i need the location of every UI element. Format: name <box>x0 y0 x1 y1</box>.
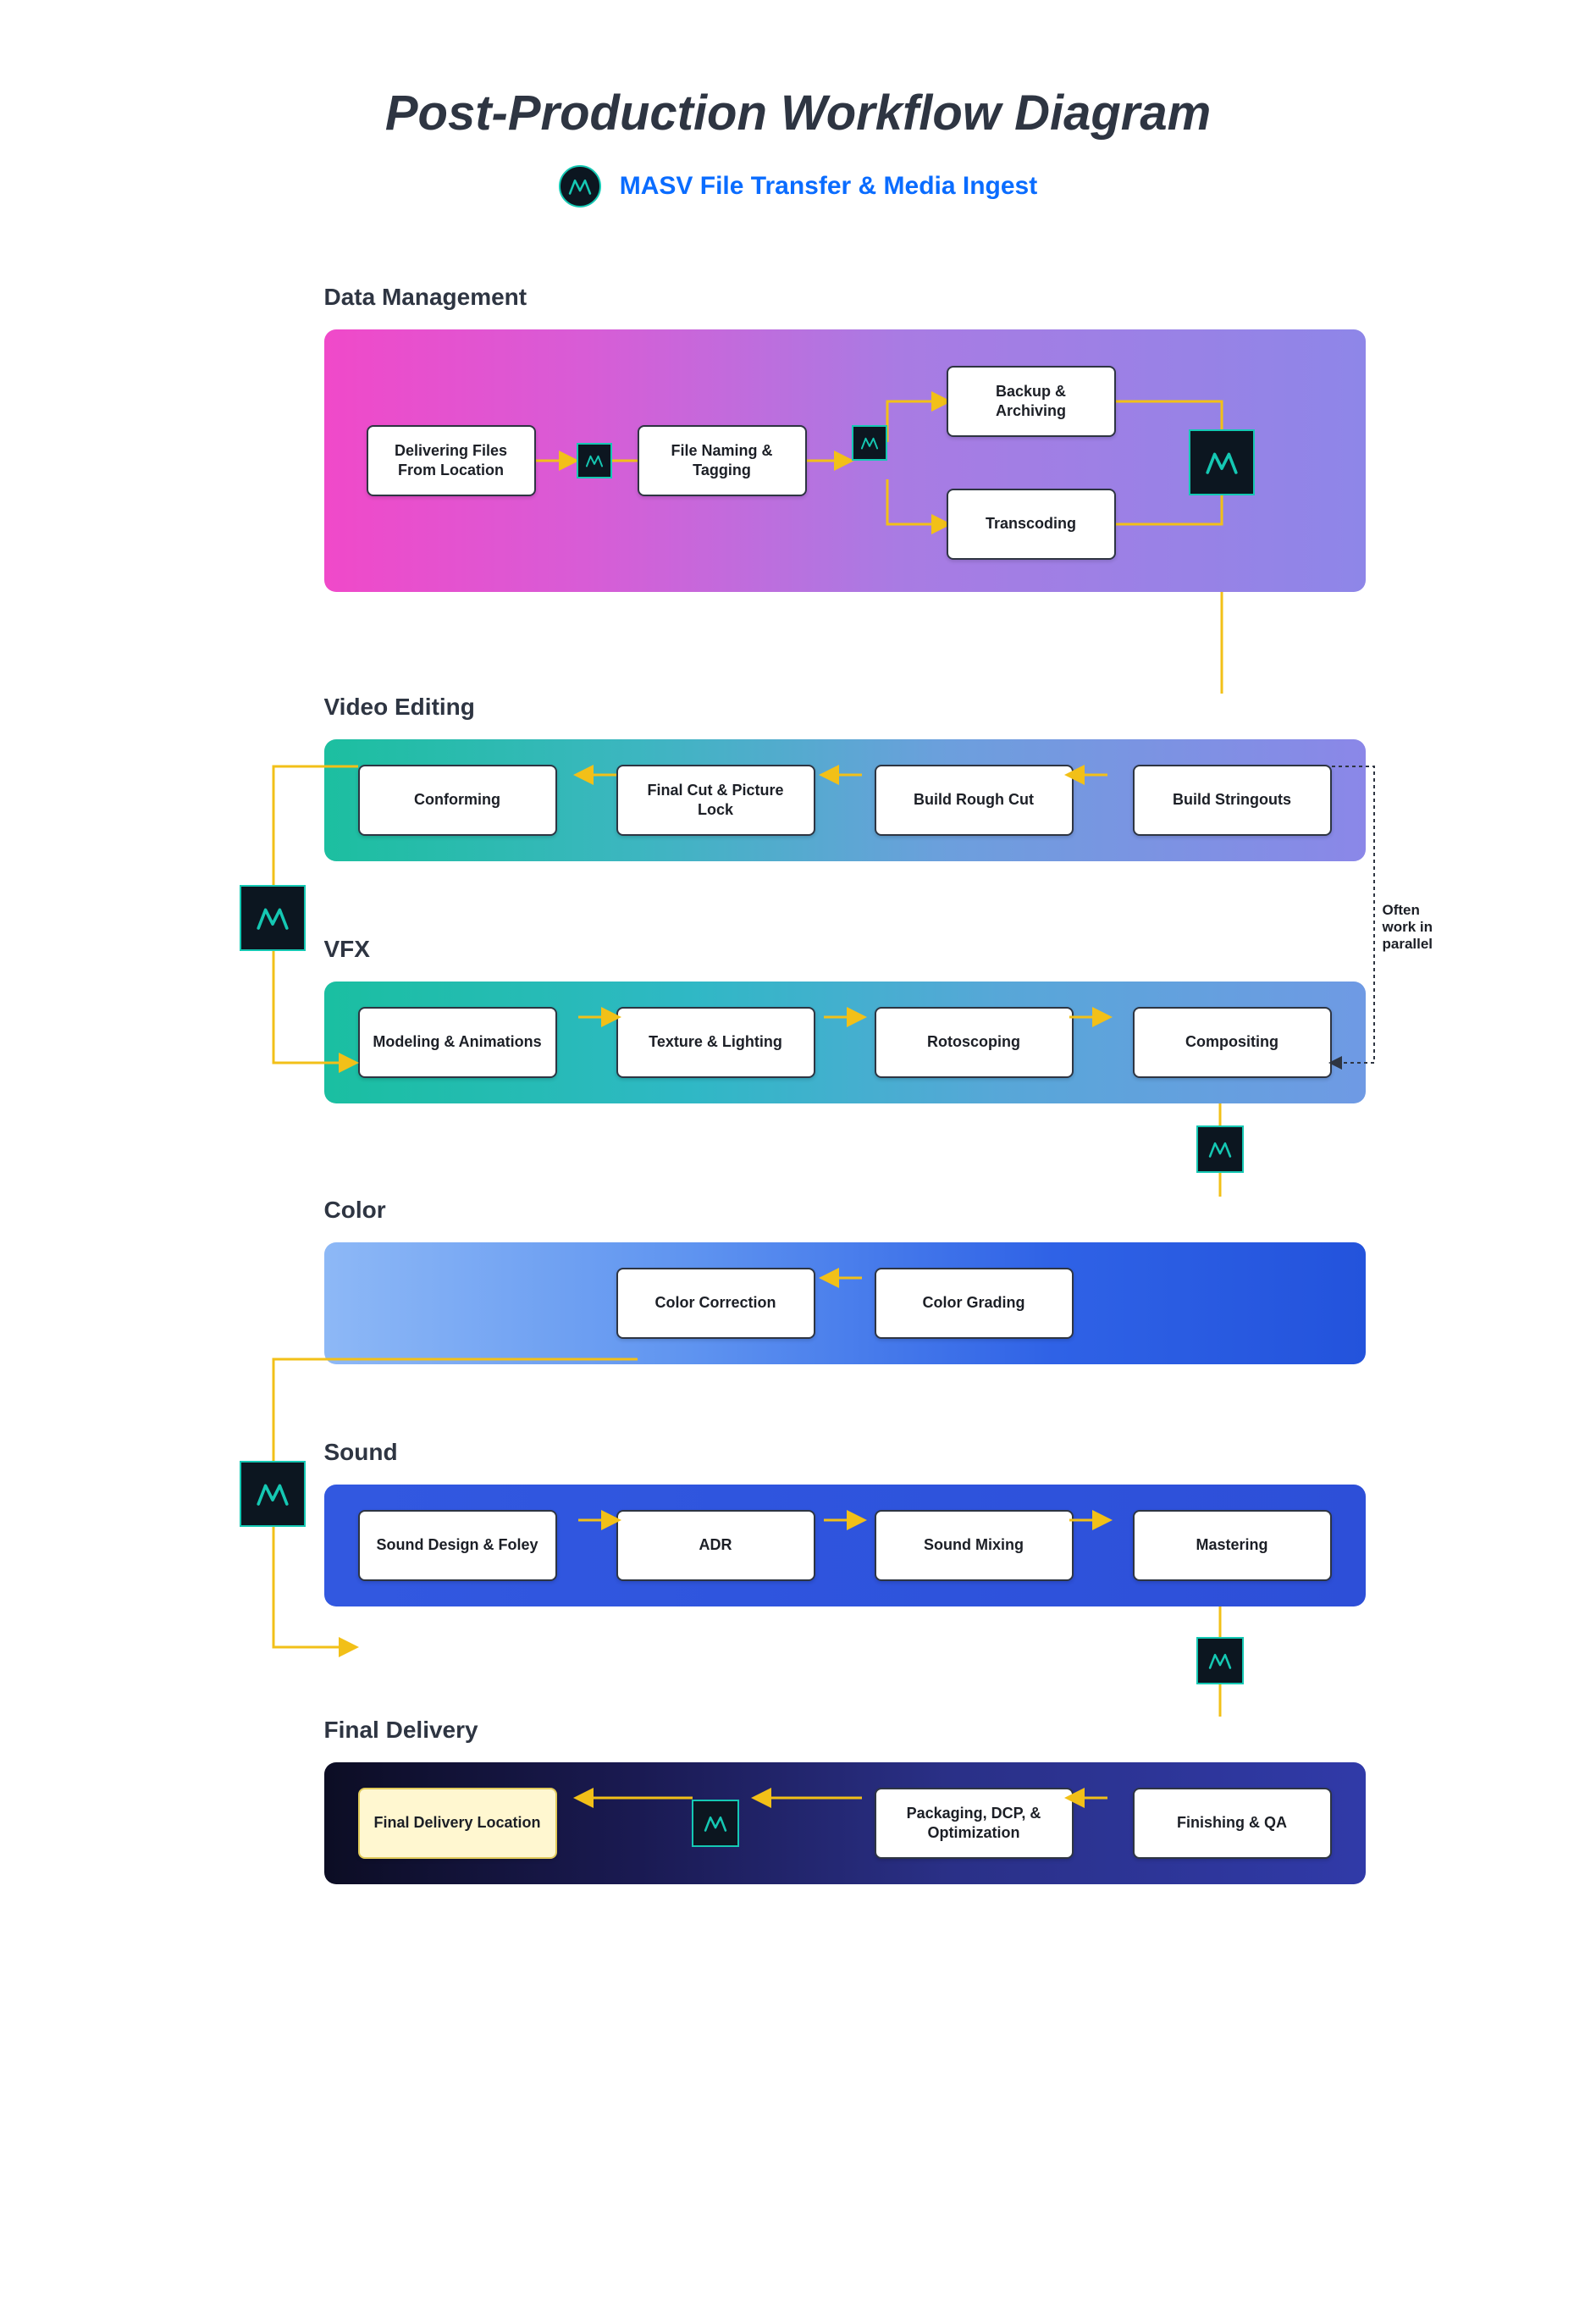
masv-logo-icon <box>559 165 601 207</box>
masv-icon <box>240 885 306 951</box>
masv-icon <box>577 443 612 478</box>
panel-color: Color Correction Color Grading <box>324 1242 1366 1364</box>
panel-sound: Sound Design & Foley ADR Sound Mixing Ma… <box>324 1485 1366 1606</box>
masv-icon <box>1189 429 1255 495</box>
node-sound-design: Sound Design & Foley <box>358 1510 557 1581</box>
subtitle: MASV File Transfer & Media Ingest <box>620 172 1037 201</box>
node-sound-mixing: Sound Mixing <box>875 1510 1074 1581</box>
node-conforming: Conforming <box>358 765 557 836</box>
panel-data-management: Delivering Files From Location File Nami… <box>324 329 1366 592</box>
section-label-video: Video Editing <box>324 694 1366 721</box>
page-title: Post-Production Workflow Diagram <box>231 85 1366 141</box>
masv-icon <box>1196 1125 1244 1173</box>
section-label-vfx: VFX <box>324 936 1366 963</box>
section-label-color: Color <box>324 1197 1366 1224</box>
masv-icon <box>240 1461 306 1527</box>
panel-final-delivery: Final Delivery Location Packaging, DCP, … <box>324 1762 1366 1884</box>
subtitle-row: MASV File Transfer & Media Ingest <box>231 165 1366 207</box>
node-transcoding: Transcoding <box>947 489 1116 560</box>
node-stringouts: Build Stringouts <box>1133 765 1332 836</box>
node-mastering: Mastering <box>1133 1510 1332 1581</box>
node-color-grading: Color Grading <box>875 1268 1074 1339</box>
node-packaging: Packaging, DCP, & Optimization <box>875 1788 1074 1859</box>
node-rough-cut: Build Rough Cut <box>875 765 1074 836</box>
node-delivering-files: Delivering Files From Location <box>367 425 536 496</box>
parallel-note: Often work in parallel <box>1383 902 1433 953</box>
node-color-correction: Color Correction <box>616 1268 815 1339</box>
section-label-final: Final Delivery <box>324 1717 1366 1744</box>
masv-icon <box>1196 1637 1244 1684</box>
node-finishing-qa: Finishing & QA <box>1133 1788 1332 1859</box>
node-file-naming: File Naming & Tagging <box>638 425 807 496</box>
node-modeling: Modeling & Animations <box>358 1007 557 1078</box>
node-rotoscoping: Rotoscoping <box>875 1007 1074 1078</box>
panel-vfx: Modeling & Animations Texture & Lighting… <box>324 982 1366 1103</box>
masv-icon <box>692 1800 739 1847</box>
diagram-content: Data Management Delivering Files From Lo… <box>324 284 1366 1884</box>
node-final-delivery-location: Final Delivery Location <box>358 1788 557 1859</box>
node-final-cut: Final Cut & Picture Lock <box>616 765 815 836</box>
node-compositing: Compositing <box>1133 1007 1332 1078</box>
masv-icon <box>852 425 887 461</box>
node-texture: Texture & Lighting <box>616 1007 815 1078</box>
panel-video-editing: Conforming Final Cut & Picture Lock Buil… <box>324 739 1366 861</box>
node-adr: ADR <box>616 1510 815 1581</box>
section-label-sound: Sound <box>324 1439 1366 1466</box>
node-backup-archiving: Backup & Archiving <box>947 366 1116 437</box>
section-label-data: Data Management <box>324 284 1366 311</box>
